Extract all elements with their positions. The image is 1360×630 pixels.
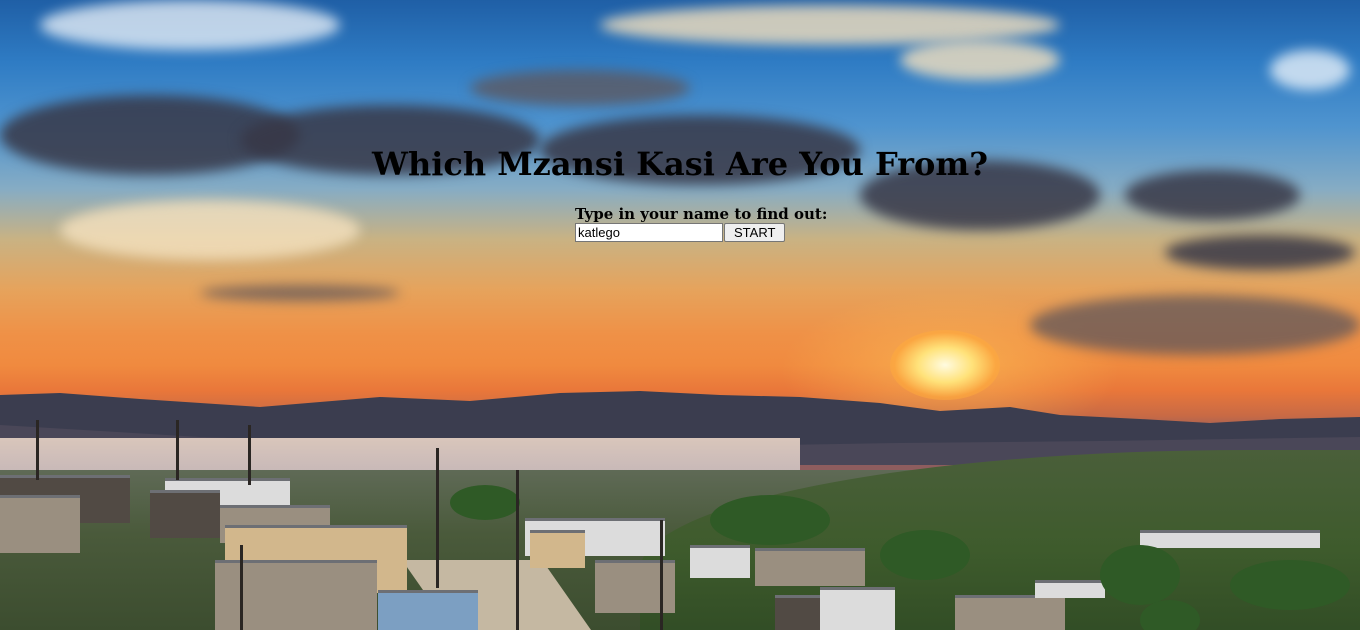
house (690, 545, 750, 578)
name-input[interactable] (575, 223, 723, 242)
house (378, 590, 478, 630)
tree (880, 530, 970, 580)
cloud (470, 70, 690, 106)
input-row: START (575, 223, 835, 242)
utility-pole (176, 420, 179, 480)
tree (1230, 560, 1350, 610)
utility-pole (36, 420, 39, 480)
start-button[interactable]: START (724, 223, 786, 242)
page-title: Which Mzansi Kasi Are You From? (372, 145, 988, 183)
house (820, 587, 895, 630)
utility-pole (240, 545, 243, 630)
utility-pole (516, 470, 519, 630)
cloud (1270, 50, 1350, 90)
tree (450, 485, 520, 520)
cloud (200, 285, 400, 301)
house (0, 495, 80, 553)
house (530, 530, 585, 568)
cloud (600, 5, 1060, 45)
cloud (40, 0, 340, 50)
utility-pole (660, 520, 663, 630)
house (755, 548, 865, 586)
utility-pole (436, 448, 439, 588)
name-form: Type in your name to find out: START (575, 205, 835, 242)
house (955, 595, 1065, 630)
name-prompt-label: Type in your name to find out: (575, 205, 828, 223)
house (150, 490, 220, 538)
house (595, 560, 675, 613)
tree (710, 495, 830, 545)
cloud (1165, 235, 1355, 270)
house (1035, 580, 1105, 598)
house (1140, 530, 1320, 548)
cloud (60, 200, 360, 260)
utility-pole (248, 425, 251, 485)
cloud (900, 40, 1060, 80)
cloud (1030, 295, 1360, 355)
background-photo (0, 0, 1360, 630)
tree (1100, 545, 1180, 605)
